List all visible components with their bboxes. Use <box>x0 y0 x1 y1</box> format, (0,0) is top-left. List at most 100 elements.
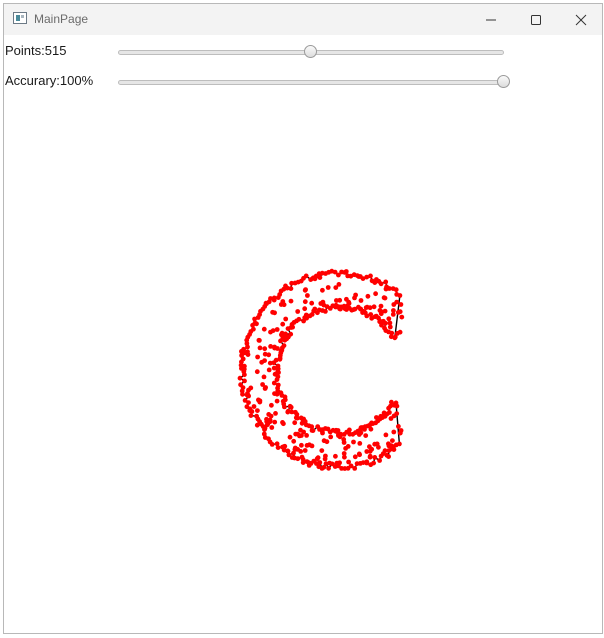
point <box>298 449 304 454</box>
accuracy-slider[interactable] <box>118 75 510 89</box>
point <box>364 459 370 465</box>
point <box>270 309 275 315</box>
point <box>293 415 299 421</box>
point <box>302 306 308 312</box>
point <box>389 399 394 405</box>
point <box>239 349 244 354</box>
point <box>365 293 371 299</box>
point <box>337 460 342 466</box>
point <box>266 412 272 417</box>
minimize-button[interactable] <box>468 4 514 35</box>
point <box>333 302 339 308</box>
point <box>237 375 243 381</box>
point <box>255 408 260 413</box>
point <box>347 427 352 433</box>
point <box>358 425 364 431</box>
points-slider-thumb[interactable] <box>304 45 317 58</box>
point <box>279 330 285 336</box>
point <box>364 449 370 454</box>
point <box>240 391 245 397</box>
drawing-canvas[interactable] <box>4 103 602 633</box>
point <box>396 424 401 429</box>
point <box>327 460 332 466</box>
point <box>369 278 375 284</box>
point <box>356 274 362 279</box>
point <box>368 426 374 432</box>
point <box>285 409 291 415</box>
point <box>337 297 343 303</box>
point <box>371 460 376 466</box>
accuracy-row: Accurary:100% <box>4 70 602 92</box>
close-icon <box>575 14 587 26</box>
close-button[interactable] <box>558 4 604 35</box>
point <box>374 415 379 420</box>
point <box>352 454 358 460</box>
point <box>262 346 268 352</box>
point <box>282 404 287 410</box>
point <box>394 331 400 336</box>
point <box>288 404 294 410</box>
point <box>242 363 247 369</box>
point <box>382 295 388 301</box>
point <box>297 433 302 439</box>
point <box>363 433 369 438</box>
point <box>325 285 331 290</box>
point <box>257 398 262 404</box>
point <box>300 457 306 462</box>
point <box>352 466 358 471</box>
point <box>309 428 315 433</box>
point <box>267 419 273 425</box>
point <box>342 454 347 460</box>
point <box>272 419 278 425</box>
point <box>255 354 260 360</box>
point <box>398 428 404 433</box>
point <box>387 410 392 415</box>
maximize-icon <box>531 15 541 25</box>
accuracy-slider-track[interactable] <box>118 80 504 85</box>
point <box>358 298 364 303</box>
point <box>346 301 352 306</box>
point <box>343 269 349 274</box>
point <box>242 378 247 384</box>
point <box>338 306 343 312</box>
point <box>306 460 311 465</box>
points-slider[interactable] <box>118 45 504 59</box>
point <box>291 438 297 444</box>
page-content: Points:515 Accurary:100% <box>4 35 602 633</box>
point <box>254 369 260 375</box>
point <box>295 456 301 462</box>
point <box>346 459 351 465</box>
point <box>379 309 384 315</box>
point <box>383 279 389 285</box>
point <box>280 321 286 327</box>
points-label: Points:515 <box>5 43 67 58</box>
point <box>383 286 389 292</box>
point <box>394 292 400 297</box>
point <box>261 326 267 332</box>
point-cloud <box>237 268 405 471</box>
point <box>353 292 358 298</box>
accuracy-slider-thumb[interactable] <box>497 75 510 88</box>
point <box>261 374 267 380</box>
point <box>271 365 277 371</box>
point <box>270 328 276 333</box>
point <box>277 356 283 362</box>
point <box>322 456 328 462</box>
title-bar[interactable]: MainPage <box>4 4 602 35</box>
point <box>281 302 287 308</box>
point <box>295 309 301 314</box>
point <box>252 320 258 326</box>
point <box>358 430 364 436</box>
point <box>367 454 373 460</box>
point <box>319 448 325 453</box>
point <box>290 324 295 330</box>
point <box>364 304 370 310</box>
maximize-button[interactable] <box>513 4 559 35</box>
point <box>377 458 382 463</box>
point <box>245 349 250 355</box>
point <box>282 337 288 343</box>
point <box>284 285 290 291</box>
point <box>399 314 405 320</box>
point <box>394 403 400 409</box>
point <box>316 271 322 276</box>
